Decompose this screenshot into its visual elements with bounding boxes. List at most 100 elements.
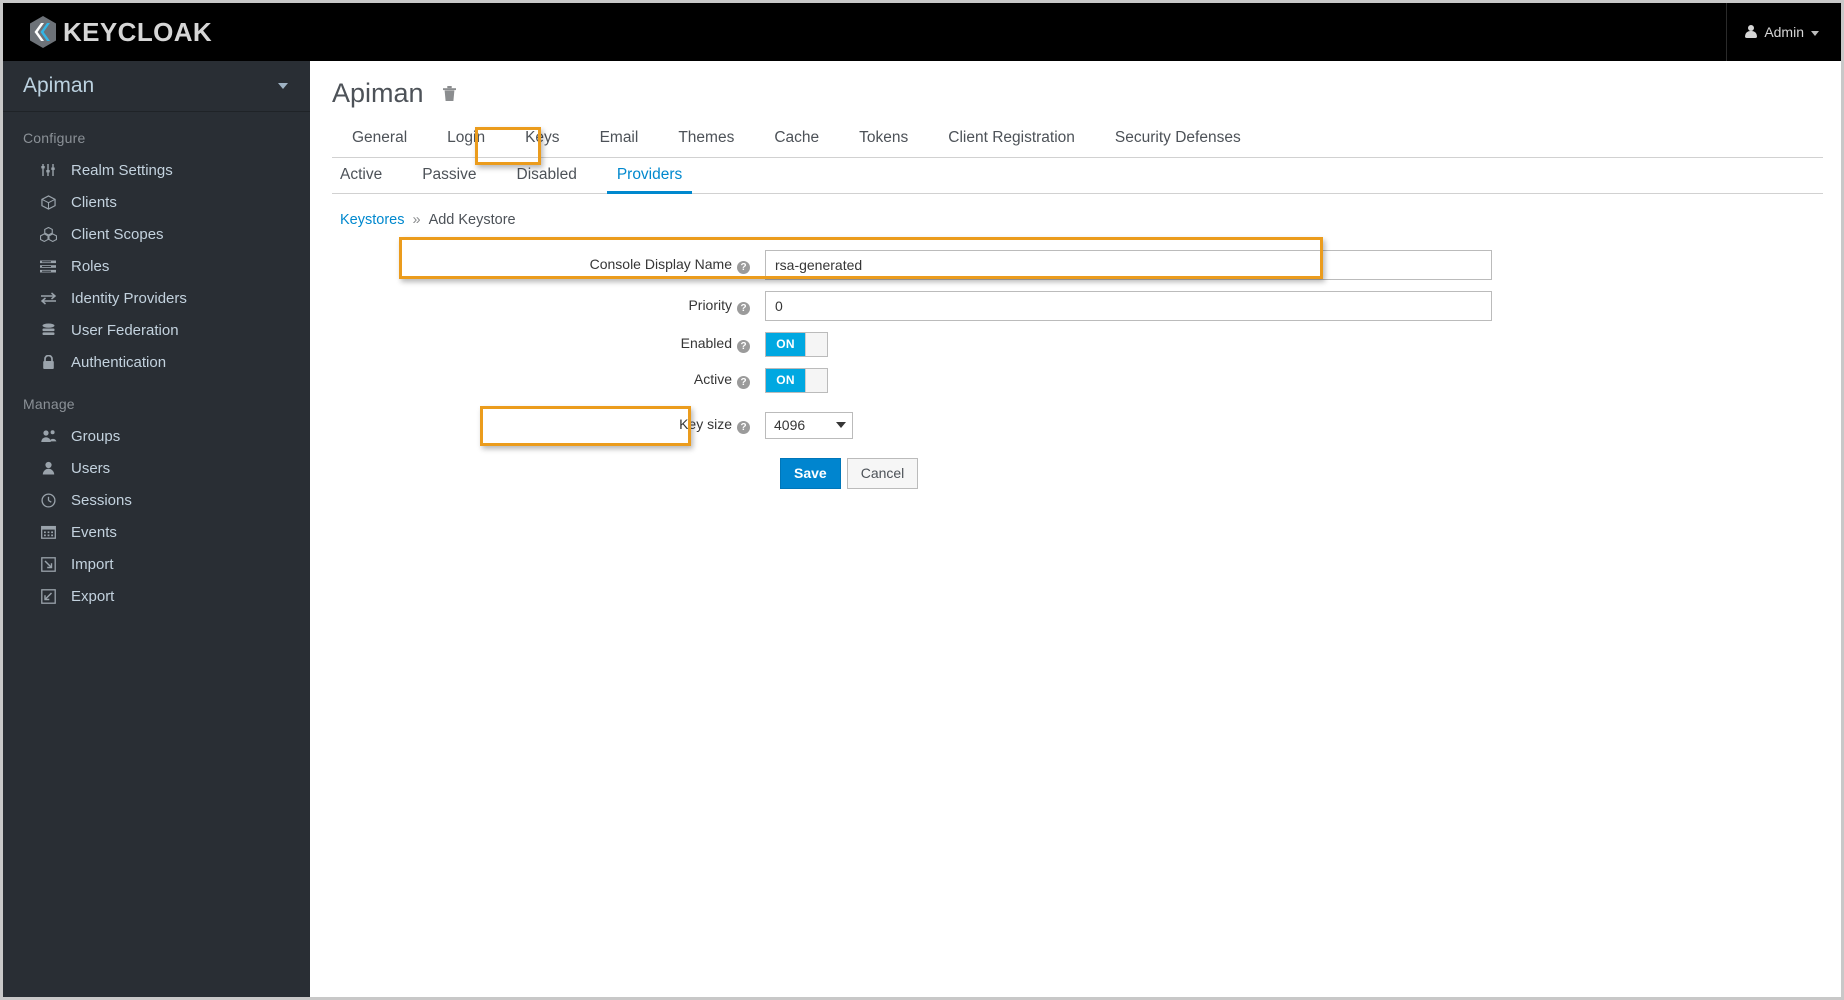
sidebar-item-users[interactable]: Users: [3, 452, 310, 484]
sidebar-item-user-federation[interactable]: User Federation: [3, 314, 310, 346]
tab-cache[interactable]: Cache: [754, 123, 839, 157]
person-icon: [1745, 25, 1758, 39]
tab-active[interactable]: Active: [332, 158, 402, 193]
realm-name: Apiman: [23, 74, 95, 97]
nav-section-manage-label: Manage: [23, 396, 75, 412]
secondary-tabs: Active Passive Disabled Providers: [332, 158, 1823, 194]
save-button[interactable]: Save: [780, 457, 841, 489]
console-display-name-label: Console Display Name?: [310, 256, 765, 274]
sidebar-item-clients[interactable]: Clients: [3, 186, 310, 218]
tab-tokens[interactable]: Tokens: [839, 123, 928, 157]
browser-window: KEYCLOAK Admin Apiman Configure Realm Se…: [0, 0, 1844, 1000]
tab-login[interactable]: Login: [427, 123, 505, 157]
trash-icon[interactable]: [442, 85, 457, 107]
sidebar-item-export[interactable]: Export: [3, 580, 310, 612]
tab-themes[interactable]: Themes: [658, 123, 754, 157]
sidebar-item-label: Authentication: [71, 353, 167, 371]
tab-disabled[interactable]: Disabled: [497, 158, 597, 193]
main-content: Apiman General Login Keys Email Themes C…: [310, 61, 1841, 997]
realm-selector[interactable]: Apiman: [3, 61, 310, 112]
priority-input[interactable]: [765, 290, 1492, 321]
admin-label: Admin: [1764, 24, 1804, 40]
active-toggle-knob: [805, 368, 827, 392]
import-arrow-icon: [39, 556, 57, 572]
tab-email[interactable]: Email: [580, 123, 659, 157]
breadcrumb-separator: »: [412, 211, 421, 228]
sidebar-item-sessions[interactable]: Sessions: [3, 484, 310, 516]
priority-row: Priority?: [310, 290, 1841, 321]
keycloak-logo-icon: [25, 14, 61, 50]
sidebar-item-label: Groups: [71, 427, 121, 445]
form-actions: Save Cancel: [780, 457, 1841, 489]
admin-menu[interactable]: Admin: [1745, 24, 1819, 40]
add-keystore-form: Console Display Name? Priority? Enabled?…: [310, 249, 1841, 489]
sidebar-item-import[interactable]: Import: [3, 548, 310, 580]
lock-icon: [39, 354, 57, 370]
clock-icon: [39, 492, 57, 508]
sidebar-item-identity-providers[interactable]: Identity Providers: [3, 282, 310, 314]
sidebar-item-events[interactable]: Events: [3, 516, 310, 548]
key-size-label: Key size?: [310, 416, 765, 435]
question-circle-icon[interactable]: ?: [737, 301, 750, 315]
question-circle-icon[interactable]: ?: [737, 340, 750, 354]
key-size-row: Key size? 4096: [310, 411, 1841, 439]
list-bars-icon: [39, 258, 57, 274]
sidebar-item-roles[interactable]: Roles: [3, 250, 310, 282]
key-size-value: 4096: [774, 417, 806, 434]
calendar-icon: [39, 524, 57, 540]
sidebar-item-groups[interactable]: Groups: [3, 420, 310, 452]
exchange-arrows-icon: [39, 290, 57, 306]
brand[interactable]: KEYCLOAK: [25, 3, 212, 61]
tab-keys[interactable]: Keys: [505, 123, 579, 157]
sliders-icon: [39, 162, 57, 178]
label-text: Priority: [688, 296, 732, 313]
breadcrumb-keystores-link[interactable]: Keystores: [340, 212, 404, 228]
question-circle-icon[interactable]: ?: [737, 260, 750, 274]
sidebar: Apiman Configure Realm Settings Clients …: [3, 61, 310, 997]
sidebar-item-label: Export: [71, 587, 115, 605]
cancel-button[interactable]: Cancel: [846, 457, 919, 489]
masthead: KEYCLOAK Admin: [3, 3, 1841, 61]
active-toggle[interactable]: ON: [765, 367, 828, 393]
page-header: Apiman: [310, 61, 1841, 109]
enabled-label: Enabled?: [310, 335, 765, 354]
console-display-name-input[interactable]: [765, 249, 1492, 280]
sidebar-item-authentication[interactable]: Authentication: [3, 346, 310, 378]
tab-general[interactable]: General: [332, 123, 427, 157]
sidebar-item-label: Users: [71, 459, 111, 477]
active-row: Active? ON: [310, 367, 1841, 393]
database-icon: [39, 322, 57, 338]
caret-down-icon: [836, 422, 846, 429]
export-arrow-icon: [39, 588, 57, 604]
sidebar-item-label: Clients: [71, 193, 117, 211]
enabled-toggle[interactable]: ON: [765, 331, 828, 357]
tab-providers[interactable]: Providers: [597, 158, 702, 194]
sidebar-item-label: User Federation: [71, 321, 179, 339]
console-display-name-row: Console Display Name?: [310, 249, 1841, 280]
sidebar-item-client-scopes[interactable]: Client Scopes: [3, 218, 310, 250]
brand-name: KEYCLOAK: [63, 17, 213, 47]
tab-client-registration[interactable]: Client Registration: [928, 123, 1095, 157]
sidebar-item-label: Identity Providers: [71, 289, 187, 307]
question-circle-icon[interactable]: ?: [737, 421, 750, 435]
active-label: Active?: [310, 371, 765, 390]
tab-security-defenses[interactable]: Security Defenses: [1095, 123, 1261, 157]
enabled-toggle-state: ON: [766, 332, 805, 356]
chevron-down-icon: [278, 83, 288, 89]
sidebar-item-label: Import: [71, 555, 114, 573]
label-text: Active: [693, 371, 732, 388]
masthead-right: Admin: [1726, 3, 1841, 61]
sidebar-item-label: Realm Settings: [71, 161, 173, 179]
primary-tabs: General Login Keys Email Themes Cache To…: [332, 123, 1823, 158]
sidebar-item-label: Client Scopes: [71, 225, 164, 243]
cube-icon: [39, 194, 57, 210]
tab-passive[interactable]: Passive: [402, 158, 496, 193]
active-toggle-state: ON: [766, 368, 805, 392]
key-size-select[interactable]: 4096: [765, 411, 853, 439]
enabled-row: Enabled? ON: [310, 331, 1841, 357]
question-circle-icon[interactable]: ?: [737, 376, 750, 390]
enabled-toggle-knob: [805, 332, 827, 356]
sidebar-item-label: Events: [71, 523, 117, 541]
page-title: Apiman: [332, 78, 424, 108]
sidebar-item-realm-settings[interactable]: Realm Settings: [3, 154, 310, 186]
